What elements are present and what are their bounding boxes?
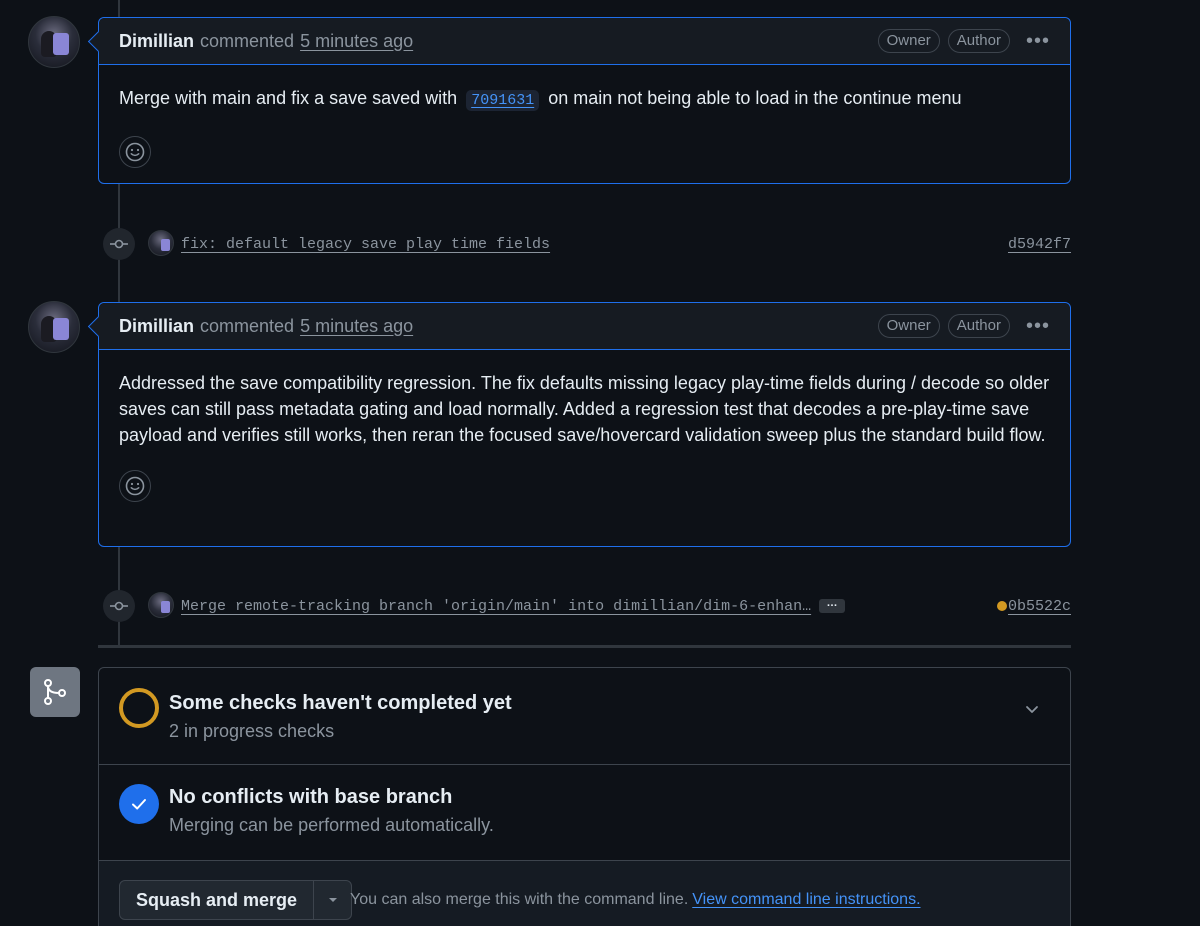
- squash-merge-split-button: Squash and merge: [119, 880, 353, 920]
- comment-timestamp-link[interactable]: 5 minutes ago: [300, 31, 413, 52]
- avatar[interactable]: [148, 592, 174, 618]
- check-icon: [119, 784, 159, 824]
- commit-row: fix: default legacy save play time field…: [103, 227, 1073, 261]
- command-line-instructions-link[interactable]: View command line instructions.: [692, 891, 920, 908]
- checks-title: Some checks haven't completed yet: [169, 692, 512, 714]
- comment-header-actions: Owner Author •••: [877, 29, 1050, 53]
- conflicts-title: No conflicts with base branch: [169, 786, 453, 808]
- pull-request-timeline: Dimillian commented 5 minutes ago Owner …: [0, 0, 1200, 926]
- comment-header-actions: Owner Author •••: [877, 314, 1050, 338]
- comment-text: Addressed the save compatibility regress…: [119, 373, 1050, 445]
- kebab-horizontal-icon[interactable]: •••: [1026, 315, 1050, 338]
- commit-sha-link[interactable]: 0b5522c: [1008, 598, 1071, 615]
- command-line-hint: You can also merge this with the command…: [350, 891, 921, 909]
- author-badge: Author: [947, 314, 1010, 338]
- add-reaction-button[interactable]: [119, 136, 151, 168]
- commit-message-link[interactable]: Merge remote-tracking branch 'origin/mai…: [181, 598, 811, 615]
- add-reaction-button[interactable]: [119, 470, 151, 502]
- smiley-icon: [125, 142, 145, 162]
- commit-sha-link[interactable]: d5942f7: [1008, 236, 1071, 253]
- avatar[interactable]: [28, 16, 80, 68]
- comment-timestamp-link[interactable]: 5 minutes ago: [300, 316, 413, 337]
- owner-badge: Owner: [877, 29, 940, 53]
- comment-verb: commented: [200, 315, 295, 336]
- comment-author[interactable]: Dimillian: [119, 316, 194, 337]
- commit-row: Merge remote-tracking branch 'origin/mai…: [103, 589, 1073, 623]
- comment-verb: commented: [200, 30, 295, 51]
- avatar[interactable]: [28, 301, 80, 353]
- command-line-text: You can also merge this with the command…: [350, 891, 689, 908]
- checks-subtitle: 2 in progress checks: [169, 721, 335, 741]
- comment-body: Addressed the save compatibility regress…: [99, 350, 1070, 518]
- timeline-divider: [98, 645, 1071, 648]
- commit-sha-link[interactable]: 7091631: [466, 90, 540, 111]
- conflicts-section: No conflicts with base branch Merging ca…: [99, 765, 1070, 861]
- git-commit-icon: [103, 590, 135, 622]
- comment-box: Dimillian commented 5 minutes ago Owner …: [98, 302, 1071, 547]
- squash-and-merge-button[interactable]: Squash and merge: [120, 881, 313, 919]
- expand-commit-message-button[interactable]: …: [819, 598, 845, 613]
- comment-header: Dimillian commented 5 minutes ago Owner …: [99, 18, 1070, 65]
- commit-message-link[interactable]: fix: default legacy save play time field…: [181, 236, 550, 253]
- merge-box: Some checks haven't completed yet 2 in p…: [98, 667, 1071, 926]
- conflicts-subtitle: Merging can be performed automatically.: [169, 815, 494, 835]
- git-commit-icon: [103, 228, 135, 260]
- comment-author[interactable]: Dimillian: [119, 31, 194, 52]
- comment-text: Merge with main and fix a save saved wit…: [119, 85, 1050, 114]
- comment-text-part: Merge with main and fix a save saved wit…: [119, 88, 458, 108]
- chevron-down-icon[interactable]: [1024, 704, 1040, 716]
- avatar[interactable]: [148, 230, 174, 256]
- pending-status-dot[interactable]: [997, 601, 1007, 611]
- comment-body: Merge with main and fix a save saved wit…: [99, 65, 1070, 184]
- pending-ring-icon: [119, 688, 159, 728]
- owner-badge: Owner: [877, 314, 940, 338]
- triangle-down-icon: [328, 898, 337, 902]
- smiley-icon: [125, 476, 145, 496]
- git-merge-icon: [30, 667, 80, 717]
- merge-action-section: Squash and merge You can also merge this…: [99, 861, 1070, 926]
- kebab-horizontal-icon[interactable]: •••: [1026, 30, 1050, 53]
- author-badge: Author: [947, 29, 1010, 53]
- comment-box: Dimillian commented 5 minutes ago Owner …: [98, 17, 1071, 184]
- merge-method-dropdown[interactable]: [313, 881, 351, 919]
- comment-header: Dimillian commented 5 minutes ago Owner …: [99, 303, 1070, 350]
- checks-section[interactable]: Some checks haven't completed yet 2 in p…: [99, 668, 1070, 765]
- comment-text-part: on main not being able to load in the co…: [548, 88, 962, 108]
